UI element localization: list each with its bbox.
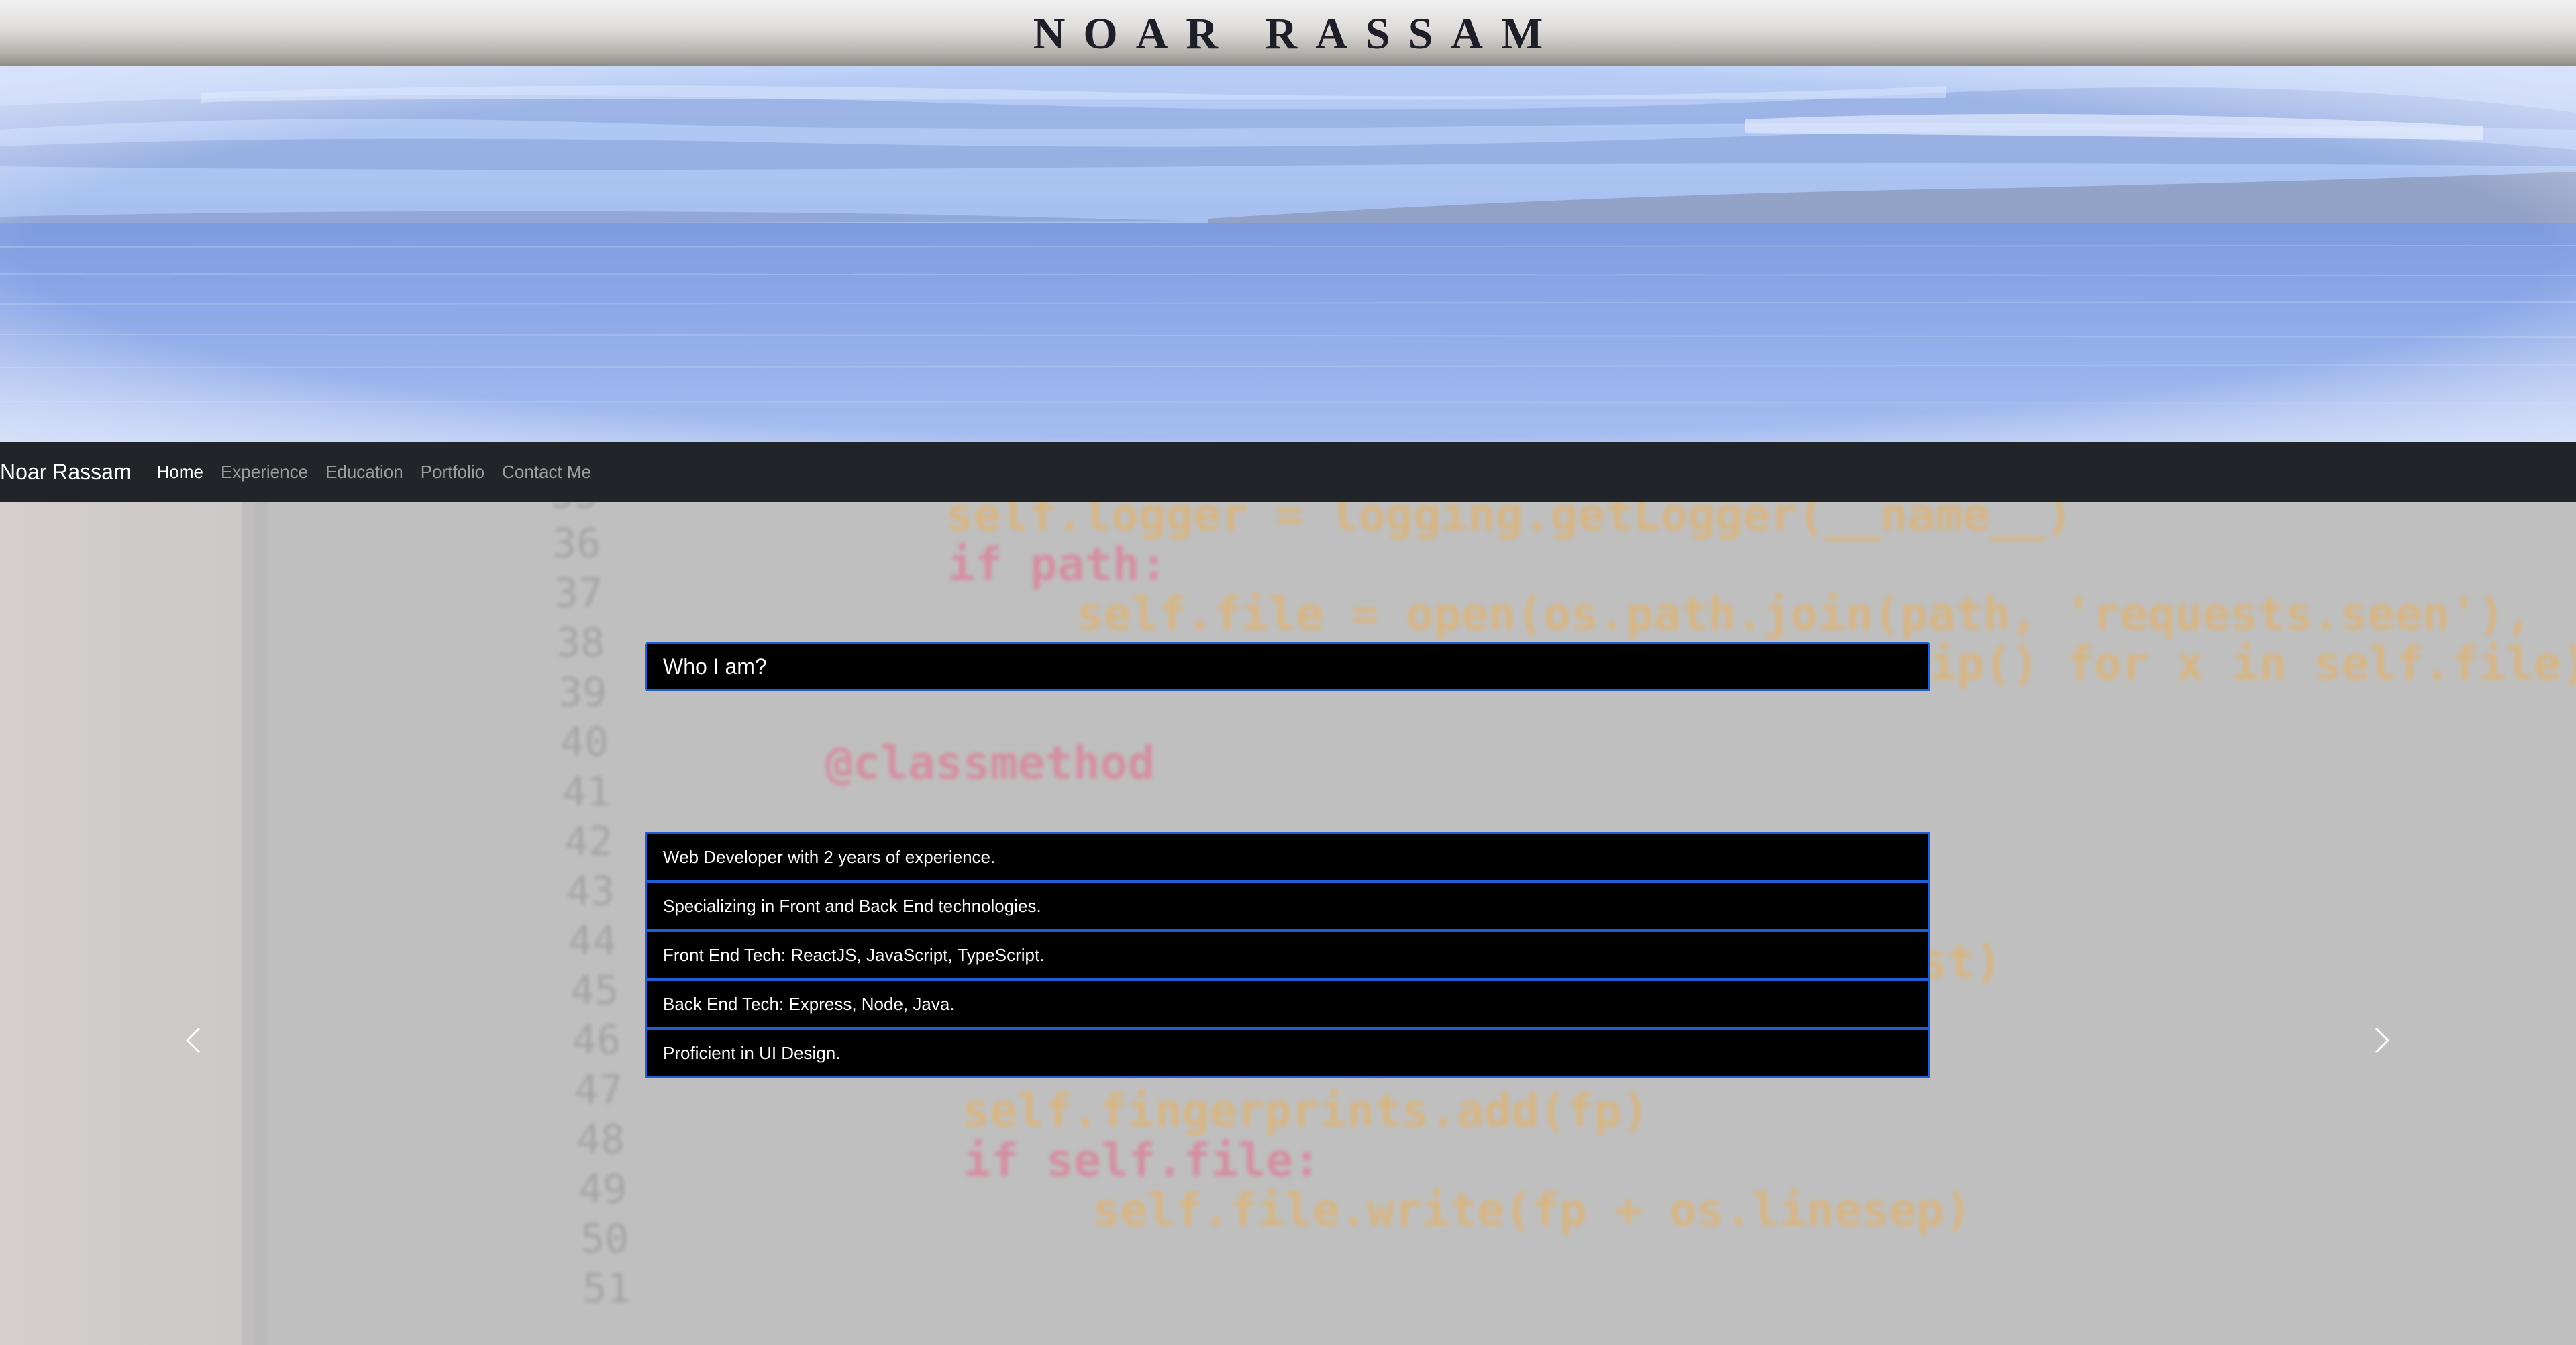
list-item: Back End Tech: Express, Node, Java. <box>645 979 1930 1029</box>
list-item: Front End Tech: ReactJS, JavaScript, Typ… <box>645 930 1930 980</box>
nav-link-contact-me[interactable]: Contact Me <box>502 462 591 483</box>
chevron-left-icon <box>185 1027 201 1054</box>
list-item: Web Developer with 2 years of experience… <box>645 832 1930 882</box>
list-item: Proficient in UI Design. <box>645 1028 1930 1078</box>
chevron-right-icon <box>2375 1027 2390 1054</box>
seascape-image <box>0 66 2576 442</box>
banner-image <box>0 66 2576 442</box>
navbar-brand[interactable]: Noar Rassam <box>0 460 132 485</box>
title-bar: NOAR RASSAM <box>0 0 2576 66</box>
nav-link-portfolio[interactable]: Portfolio <box>421 462 484 483</box>
list-item: Specializing in Front and Back End techn… <box>645 881 1930 931</box>
nav-link-education[interactable]: Education <box>325 462 403 483</box>
nav-link-experience[interactable]: Experience <box>221 462 308 483</box>
who-i-am-heading: Who I am? <box>645 642 1930 691</box>
carousel-next-button[interactable] <box>2362 1020 2402 1060</box>
nav-link-home[interactable]: Home <box>157 462 203 483</box>
site-title: NOAR RASSAM <box>1033 9 1561 58</box>
navbar: Noar Rassam Home Experience Education Po… <box>0 442 2576 502</box>
carousel-prev-button[interactable] <box>173 1020 213 1060</box>
page: NOAR RASSAM Noar Rassam Home Experience … <box>0 0 2576 1345</box>
hero-carousel: 3536373839404142434445464748495051 self.… <box>0 502 2576 1345</box>
